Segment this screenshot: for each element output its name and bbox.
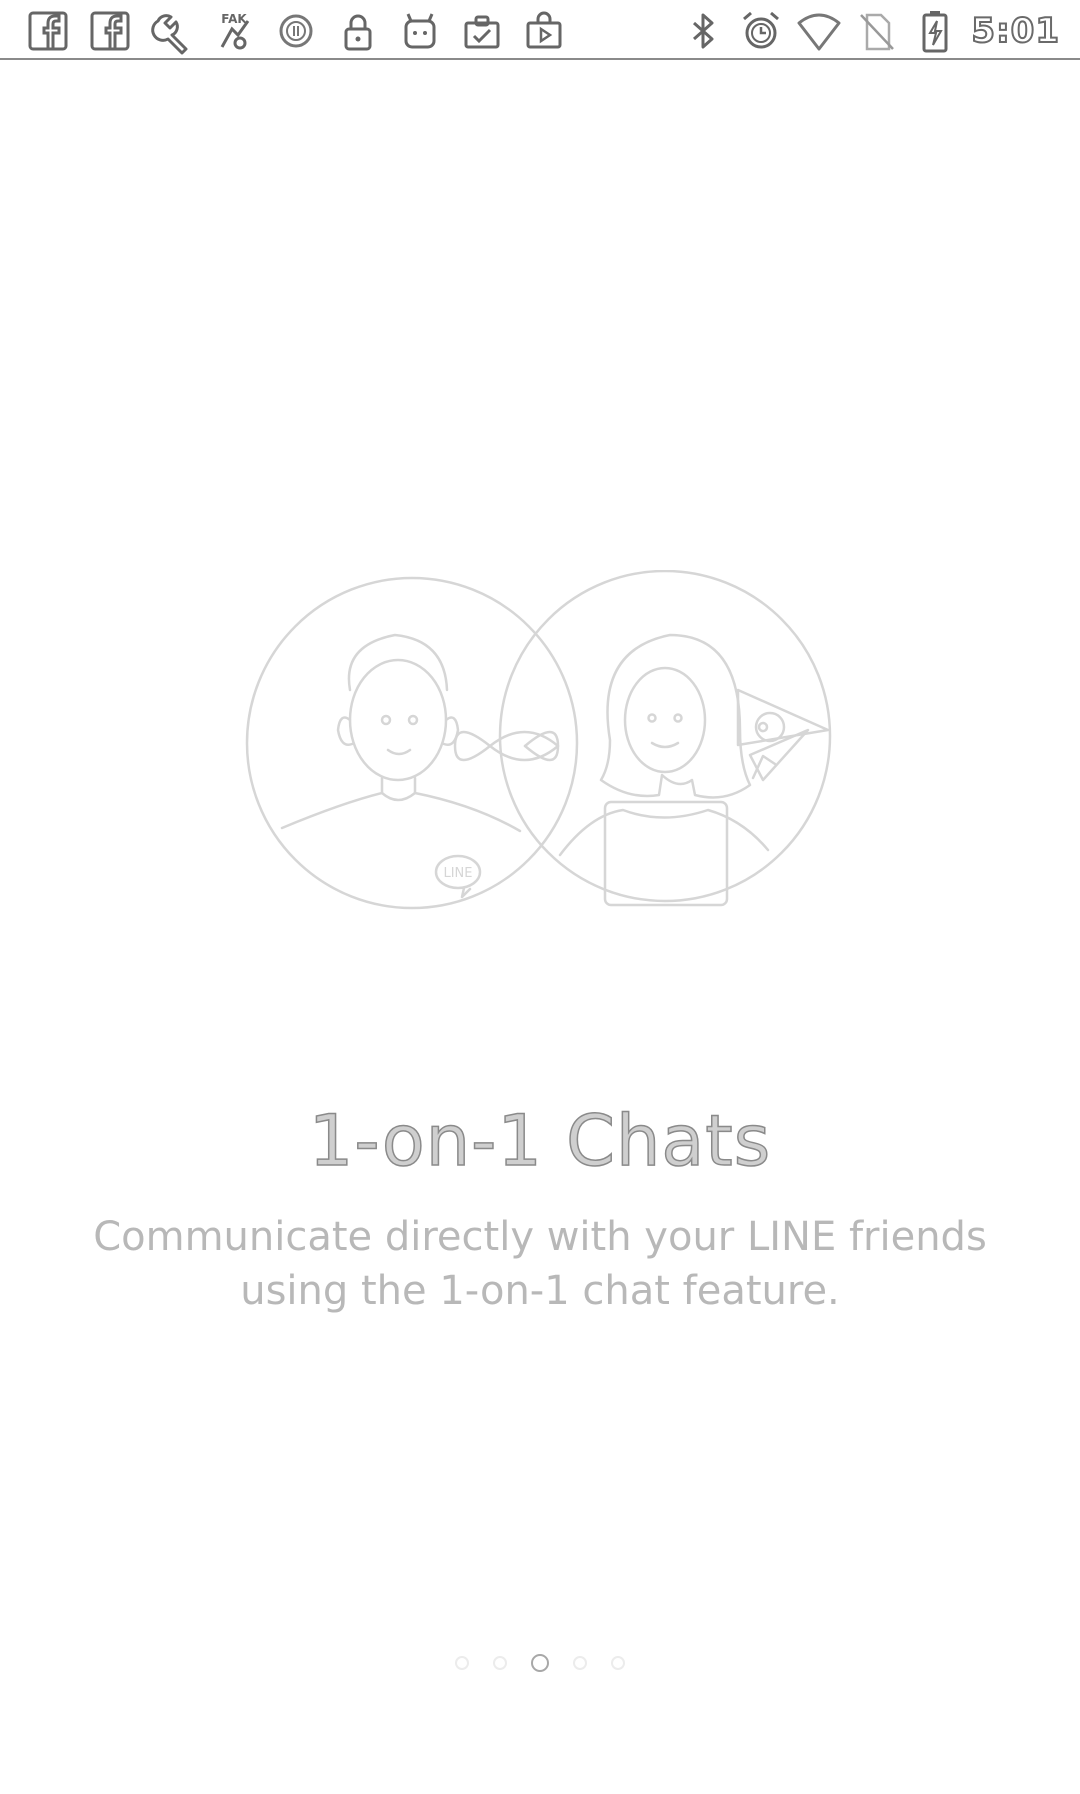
page-dot[interactable] (611, 1656, 625, 1670)
wifi-icon (797, 9, 841, 53)
onboarding-description: Communicate directly with your LINE frie… (93, 1214, 987, 1314)
facebook-icon (88, 9, 132, 53)
friends-chat-illustration: LINE (245, 569, 832, 910)
battery-charging-icon (913, 9, 957, 53)
facebook-icon (26, 9, 70, 53)
notification-icons: FAK (26, 8, 584, 55)
fake-gps-icon: FAK (212, 9, 256, 53)
status-bar: FAK 5:01 (0, 0, 1080, 60)
circle-pause-icon (274, 9, 318, 53)
bluetooth-icon (681, 9, 725, 53)
play-store-icon (522, 9, 566, 53)
alarm-icon (739, 9, 783, 53)
onboarding-title: 1-on-1 Chats (308, 1099, 772, 1183)
svg-text:FAK: FAK (221, 12, 247, 26)
clipboard-check-icon (460, 9, 504, 53)
page-dot[interactable] (455, 1656, 469, 1670)
page-dot-active[interactable] (531, 1654, 549, 1672)
page-dot[interactable] (573, 1656, 587, 1670)
system-icons: 5:01 (681, 8, 1060, 54)
page-indicator[interactable] (0, 1654, 1080, 1672)
wrench-icon (150, 9, 194, 55)
clock-time: 5:01 (970, 10, 1060, 52)
android-icon (398, 9, 442, 53)
chat-illustration: LINE (240, 569, 840, 920)
page-dot[interactable] (493, 1656, 507, 1670)
line-badge-text: LINE (443, 866, 472, 881)
no-sim-icon (855, 9, 899, 53)
lock-icon (336, 9, 380, 53)
